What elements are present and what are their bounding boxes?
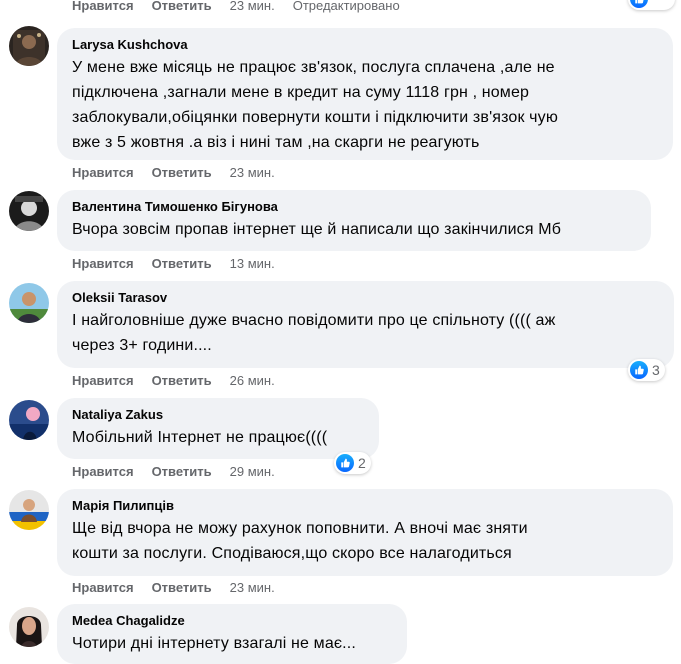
comment-text: У мене вже місяць не працює зв'язок, пос…: [72, 59, 558, 151]
avatar[interactable]: [9, 400, 49, 440]
reaction-count: 3: [652, 362, 660, 378]
like-icon: [630, 0, 648, 8]
reaction-count: 2: [358, 455, 366, 471]
reply-button[interactable]: Ответить: [152, 580, 212, 596]
comment-time[interactable]: 23 мин.: [230, 580, 275, 596]
reply-button[interactable]: Ответить: [152, 373, 212, 389]
comment-time[interactable]: 26 мин.: [230, 373, 275, 389]
like-icon: [630, 361, 648, 379]
comment-time[interactable]: 23 мин.: [230, 0, 275, 14]
like-button[interactable]: Нравится: [72, 165, 134, 181]
reply-button[interactable]: Ответить: [152, 464, 212, 480]
comment-author[interactable]: Nataliya Zakus: [72, 406, 367, 423]
comment-author[interactable]: Oleksii Tarasov: [72, 289, 662, 306]
comment-bubble: Larysa Kushchova У мене вже місяць не пр…: [57, 28, 673, 160]
comment-bubble: Nataliya Zakus Мобільний Інтернет не пра…: [57, 398, 379, 459]
comment-time[interactable]: 23 мин.: [230, 165, 275, 181]
comment-actions: Нравится Ответить 23 мин.: [72, 165, 275, 181]
comment-author[interactable]: Валентина Тимошенко Бігунова: [72, 198, 639, 215]
top-comment-actions: Нравится Ответить 23 мин. Отредактирован…: [72, 0, 400, 14]
comment-actions: Нравится Ответить 26 мин.: [72, 373, 275, 389]
comment-author[interactable]: Марія Пилипців: [72, 497, 661, 514]
comment-text: Мобільний Інтернет не працює((((: [72, 429, 328, 446]
comment-bubble: Марія Пилипців Ще від вчора не можу раху…: [57, 489, 673, 576]
like-button[interactable]: Нравится: [72, 580, 134, 596]
avatar[interactable]: [9, 26, 49, 66]
top-reaction-badge[interactable]: [628, 0, 675, 10]
like-button[interactable]: Нравится: [72, 373, 134, 389]
comment-text: Вчора зовсім пропав інтернет ще й написа…: [72, 221, 562, 238]
avatar[interactable]: [9, 191, 49, 231]
reaction-badge[interactable]: 2: [334, 452, 371, 474]
comment-time[interactable]: 29 мин.: [230, 464, 275, 480]
like-icon: [336, 454, 354, 472]
comment-text: Чотири дні інтернету взагалі не має...: [72, 635, 356, 652]
comment-time[interactable]: 13 мин.: [230, 256, 275, 272]
comment-bubble: Oleksii Tarasov І найголовніше дуже вчас…: [57, 281, 674, 368]
reply-button[interactable]: Ответить: [152, 165, 212, 181]
reaction-badge[interactable]: 3: [628, 359, 665, 381]
comment-actions: Нравится Ответить 29 мин.: [72, 464, 275, 480]
like-button[interactable]: Нравится: [72, 464, 134, 480]
like-button[interactable]: Нравится: [72, 0, 134, 14]
avatar[interactable]: [9, 607, 49, 647]
comment-actions: Нравится Ответить 23 мин.: [72, 580, 275, 596]
reply-button[interactable]: Ответить: [152, 0, 212, 14]
comment-author[interactable]: Medea Chagalidze: [72, 612, 395, 629]
comment-bubble: Валентина Тимошенко Бігунова Вчора зовсі…: [57, 190, 651, 251]
edited-label: Отредактировано: [292, 0, 400, 13]
comment-actions: Нравится Ответить 13 мин.: [72, 256, 275, 272]
like-button[interactable]: Нравится: [72, 256, 134, 272]
avatar[interactable]: [9, 283, 49, 323]
avatar[interactable]: [9, 490, 49, 530]
comment-author[interactable]: Larysa Kushchova: [72, 36, 661, 53]
reply-button[interactable]: Ответить: [152, 256, 212, 272]
comment-text: Ще від вчора не можу рахунок поповнити. …: [72, 520, 528, 562]
comment-bubble: Medea Chagalidze Чотири дні інтернету вз…: [57, 604, 407, 664]
comment-text: І найголовніше дуже вчасно повідомити пр…: [72, 312, 556, 354]
